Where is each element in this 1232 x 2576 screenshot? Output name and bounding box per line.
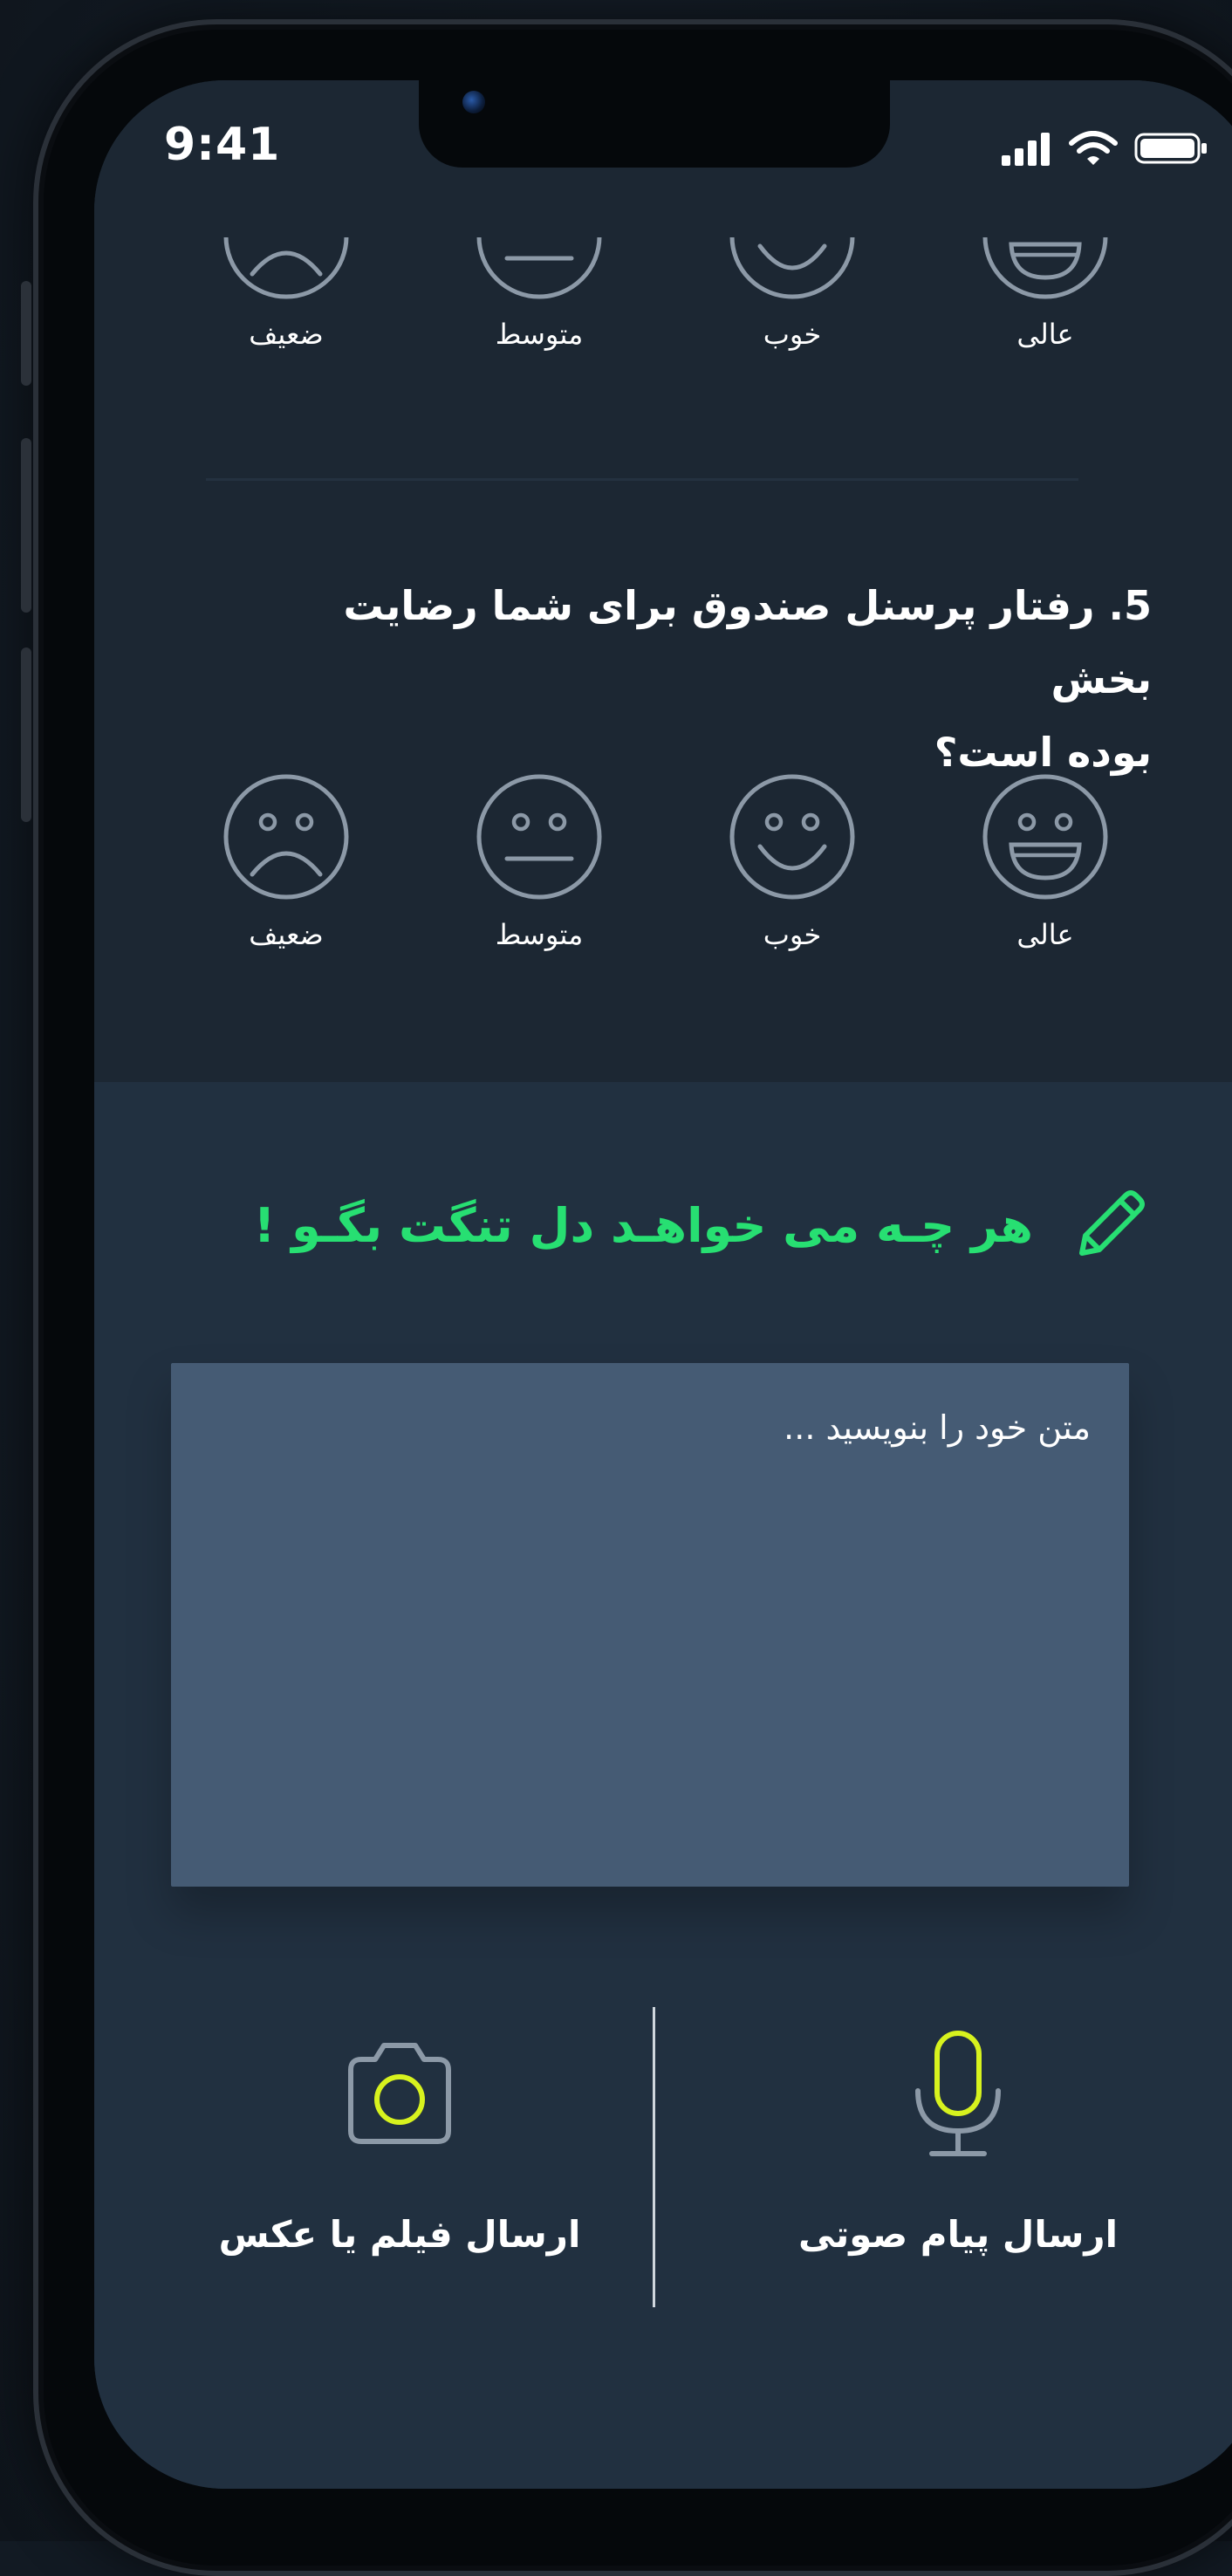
rating-questions-section: عالی خوب متوسط ضعیف 5. رفتار پرسنل صندوق… xyxy=(94,174,1232,1082)
attachment-actions: ارسال پیام صوتی ارسال فیلم یا عکس xyxy=(94,2007,1232,2321)
rating-label: ضعیف xyxy=(249,318,324,351)
rating-label: ضعیف xyxy=(249,918,324,951)
status-icons xyxy=(1000,131,1209,166)
actions-divider xyxy=(653,2007,655,2307)
rating-label: متوسط xyxy=(495,318,584,351)
question-line-1: 5. رفتار پرسنل صندوق برای شما رضایت بخش xyxy=(343,582,1152,702)
rating-label: خوب xyxy=(763,318,822,351)
wifi-icon xyxy=(1069,131,1118,165)
status-time: 9:41 xyxy=(164,119,281,171)
question-5-options: عالی خوب متوسط ضعیف xyxy=(94,771,1232,963)
rating-label: عالی xyxy=(1016,918,1074,951)
question-5-text: 5. رفتار پرسنل صندوق برای شما رضایت بخش … xyxy=(279,569,1152,789)
side-button-volume-up xyxy=(21,438,31,613)
rating-option-average[interactable]: متوسط xyxy=(469,771,609,951)
feedback-placeholder: متن خود را بنویسید ... xyxy=(784,1408,1091,1447)
feedback-prompt-text: هر چـه می خواهـد دل تنگت بگـو ! xyxy=(253,1197,1033,1253)
side-button-volume-down xyxy=(21,647,31,822)
rating-option-weak[interactable]: ضعیف xyxy=(216,771,356,951)
rating-label: خوب xyxy=(763,918,822,951)
rating-option-good[interactable]: خوب xyxy=(722,771,862,951)
feedback-prompt: هر چـه می خواهـد دل تنگت بگـو ! xyxy=(254,1183,1152,1267)
pencil-icon xyxy=(1079,1190,1145,1256)
signal-icon xyxy=(1002,133,1050,166)
feedback-section: هر چـه می خواهـد دل تنگت بگـو ! متن خود … xyxy=(94,1082,1232,2489)
smiling-face-icon xyxy=(729,774,855,900)
notch xyxy=(419,80,890,168)
side-button-silent xyxy=(21,281,31,386)
front-camera xyxy=(462,91,485,113)
send-media-button[interactable]: ارسال فیلم یا عکس xyxy=(208,2030,592,2256)
camera-icon xyxy=(348,2043,451,2144)
rating-label: متوسط xyxy=(495,918,584,951)
neutral-face-icon xyxy=(476,774,602,900)
feedback-textarea[interactable]: متن خود را بنویسید ... xyxy=(171,1363,1129,1887)
microphone-icon xyxy=(915,2031,1001,2156)
rating-option-excellent[interactable]: عالی xyxy=(975,771,1115,951)
send-media-label: ارسال فیلم یا عکس xyxy=(218,2213,581,2256)
laughing-face-icon xyxy=(982,774,1108,900)
send-voice-label: ارسال پیام صوتی xyxy=(798,2213,1118,2256)
send-voice-button[interactable]: ارسال پیام صوتی xyxy=(766,2030,1150,2256)
sad-face-icon xyxy=(223,774,349,900)
app-screen: 9:41 عالی خوب متوسط ضعیف 5. رفتار پرسنل … xyxy=(94,80,1232,2489)
battery-icon xyxy=(1134,133,1207,164)
rating-label: عالی xyxy=(1016,318,1074,351)
section-divider xyxy=(206,478,1078,481)
